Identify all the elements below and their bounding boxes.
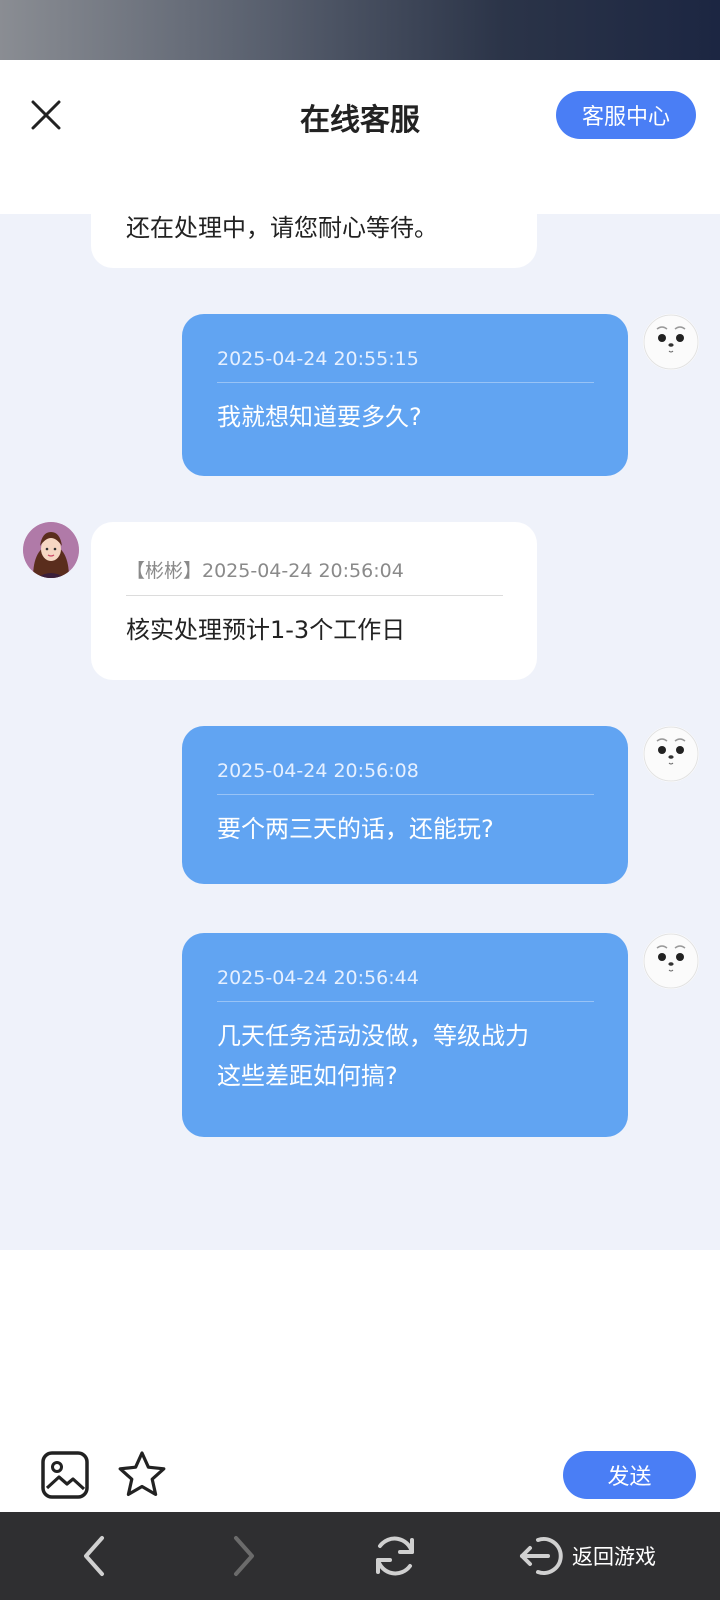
message-text: 要个两三天的话，还能玩? [217, 815, 494, 843]
message-text: 核实处理预计1-3个工作日 [126, 616, 406, 644]
message-bubble-user: 2025-04-24 20:56:08 要个两三天的话，还能玩? [182, 726, 628, 884]
message-text: 还在处理中，请您耐心等待。 [126, 214, 438, 242]
chevron-right-icon [234, 1536, 254, 1576]
message-timestamp: 2025-04-24 20:55:15 [217, 348, 594, 383]
agent-woman-icon [23, 522, 79, 578]
service-center-button[interactable]: 客服中心 [556, 91, 696, 139]
favorite-button[interactable] [116, 1449, 168, 1505]
return-game-button[interactable]: 返回游戏 [518, 1530, 656, 1582]
seal-face-icon [643, 726, 699, 782]
star-icon [118, 1451, 166, 1496]
seal-face-icon [643, 933, 699, 989]
refresh-button[interactable] [369, 1530, 421, 1582]
exit-icon [520, 1537, 563, 1575]
send-button[interactable]: 发送 [563, 1451, 696, 1499]
message-timestamp: 2025-04-24 20:56:08 [217, 760, 594, 795]
message-text-line: 这些差距如何搞? [217, 1062, 398, 1090]
refresh-icon [376, 1536, 414, 1576]
bottom-navigation-bar: 返回游戏 [0, 1512, 720, 1600]
message-sender-timestamp: 【彬彬】2025-04-24 20:56:04 [126, 556, 503, 596]
message-bubble-agent: 还在处理中，请您耐心等待。 [91, 214, 537, 268]
message-timestamp: 2025-04-24 20:56:44 [217, 967, 594, 1002]
back-button[interactable] [76, 1530, 112, 1582]
message-bubble-user: 2025-04-24 20:56:44 几天任务活动没做，等级战力 这些差距如何… [182, 933, 628, 1137]
message-text: 我就想知道要多久? [217, 403, 422, 431]
message-bubble-agent: 【彬彬】2025-04-24 20:56:04 核实处理预计1-3个工作日 [91, 522, 537, 680]
message-text: 几天任务活动没做，等级战力 这些差距如何搞? [217, 1002, 594, 1096]
image-picker-button[interactable] [40, 1450, 90, 1504]
top-banner-image [0, 0, 720, 60]
user-avatar[interactable] [643, 726, 699, 782]
agent-avatar[interactable] [23, 522, 79, 578]
message-text-line: 几天任务活动没做，等级战力 [217, 1022, 529, 1050]
user-avatar[interactable] [643, 933, 699, 989]
forward-button[interactable] [226, 1530, 262, 1582]
message-bubble-user: 2025-04-24 20:55:15 我就想知道要多久? [182, 314, 628, 476]
user-avatar[interactable] [643, 314, 699, 370]
image-icon [41, 1451, 89, 1499]
seal-face-icon [643, 314, 699, 370]
chevron-left-icon [84, 1536, 104, 1576]
return-game-label: 返回游戏 [572, 1545, 656, 1569]
chat-area[interactable]: 还在处理中，请您耐心等待。 2025-04-24 20:55:15 我就想知道要… [0, 214, 720, 1250]
